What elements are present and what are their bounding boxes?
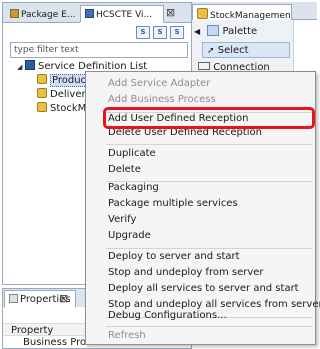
toolbar-service-button-1[interactable]: S bbox=[136, 26, 150, 39]
tab-package-explorer[interactable]: Package E... bbox=[5, 5, 79, 23]
toolbar-service-button-3[interactable]: S bbox=[170, 26, 184, 39]
menu-item-deploy-to-server-and-start[interactable]: Deploy to server and start bbox=[108, 249, 240, 265]
service-icon bbox=[37, 74, 47, 84]
service-icon bbox=[197, 8, 208, 19]
close-icon[interactable]: ⊠ bbox=[166, 6, 175, 19]
menu-item-packaging[interactable]: Packaging bbox=[108, 180, 159, 196]
service-definition-list-icon bbox=[25, 60, 35, 70]
menu-item-duplicate[interactable]: Duplicate bbox=[108, 146, 156, 162]
menu-item-refresh[interactable]: Refresh bbox=[108, 328, 146, 344]
hcscte-view-icon bbox=[85, 9, 94, 18]
menu-item-verify[interactable]: Verify bbox=[108, 212, 136, 228]
editor-tabbar: StockManagement bbox=[192, 2, 317, 22]
palette-item-select[interactable]: ➚ Select bbox=[202, 42, 290, 58]
tab-label: Package E... bbox=[21, 10, 76, 20]
menu-separator bbox=[106, 144, 312, 145]
menu-item-add-service-adapter[interactable]: Add Service Adapter bbox=[108, 76, 210, 92]
package-explorer-icon bbox=[10, 9, 19, 18]
property-column-header: Property bbox=[11, 325, 54, 336]
menu-item-add-business-process[interactable]: Add Business Process bbox=[108, 92, 216, 108]
palette-icon bbox=[207, 25, 220, 36]
cursor-arrow-icon: ➚ bbox=[207, 46, 215, 56]
menu-item-deploy-all-services[interactable]: Deploy all services to server and start bbox=[108, 281, 299, 297]
tab-hcscte-view[interactable]: HCSCTE Vi... bbox=[80, 5, 164, 23]
left-view-tabbar: Package E... HCSCTE Vi... ⊠ bbox=[3, 3, 191, 23]
highlight-outline bbox=[103, 107, 315, 129]
palette-back-icon[interactable]: ◀ bbox=[194, 27, 200, 36]
filter-input[interactable] bbox=[10, 42, 188, 58]
palette-item-label: Select bbox=[217, 45, 249, 56]
tab-label: HCSCTE Vi... bbox=[96, 10, 153, 20]
service-icon bbox=[37, 102, 47, 112]
menu-item-stop-and-undeploy-from-server[interactable]: Stop and undeploy from server bbox=[108, 265, 264, 281]
left-view-toolbar: S S S bbox=[3, 24, 191, 42]
toolbar-service-button-2[interactable]: S bbox=[153, 26, 167, 39]
palette-header[interactable]: ◀ Palette bbox=[194, 24, 257, 40]
menu-item-package-multiple-services[interactable]: Package multiple services bbox=[108, 196, 238, 212]
palette-title: Palette bbox=[222, 26, 258, 37]
tree-item-delivery[interactable]: Delivery bbox=[37, 88, 92, 101]
menu-separator bbox=[106, 326, 312, 327]
menu-item-delete[interactable]: Delete bbox=[108, 162, 141, 178]
connection-icon bbox=[198, 62, 210, 70]
properties-icon bbox=[9, 294, 18, 303]
menu-item-debug-configurations[interactable]: Debug Configurations... bbox=[108, 308, 227, 324]
close-icon[interactable]: ⊠ bbox=[59, 292, 68, 305]
collapse-triangle-icon[interactable]: ◢ bbox=[17, 61, 25, 74]
service-icon bbox=[37, 88, 47, 98]
menu-item-upgrade[interactable]: Upgrade bbox=[108, 228, 151, 244]
